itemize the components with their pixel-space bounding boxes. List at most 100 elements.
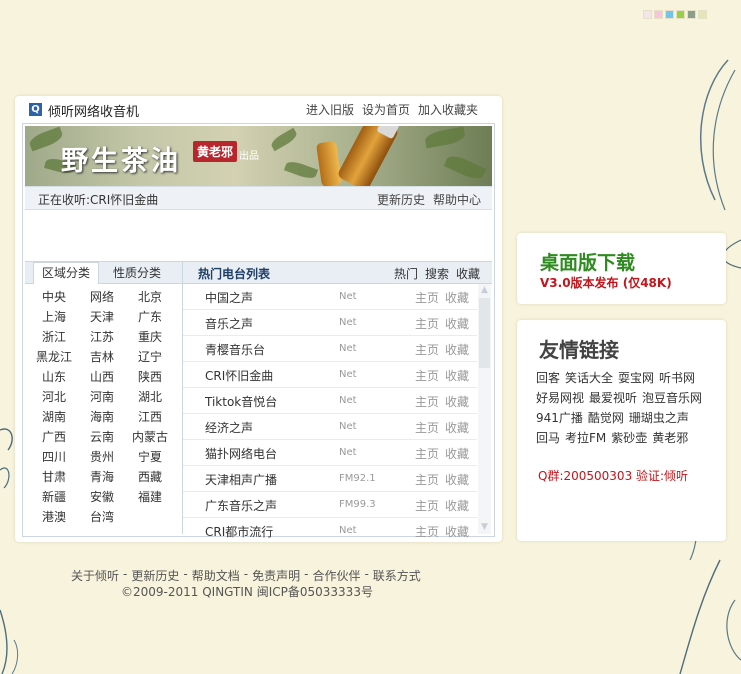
station-row[interactable]: CRI都市流行 Net 主页 收藏 <box>183 518 477 544</box>
region-item[interactable]: 港澳 <box>30 507 78 527</box>
footer-link[interactable]: 免责声明 <box>252 567 300 584</box>
station-name[interactable]: 猫扑网络电台 <box>205 445 277 462</box>
region-item[interactable]: 辽宁 <box>126 347 174 367</box>
footer-link[interactable]: 帮助文档 <box>192 567 240 584</box>
station-homepage-link[interactable]: 主页 <box>415 315 439 332</box>
skin-swatch[interactable] <box>654 10 663 19</box>
region-item[interactable]: 内蒙古 <box>126 427 174 447</box>
station-homepage-link[interactable]: 主页 <box>415 393 439 410</box>
station-homepage-link[interactable]: 主页 <box>415 445 439 462</box>
tab-hot[interactable]: 热门 <box>394 265 418 282</box>
friend-link[interactable]: 酷觉网 <box>588 408 624 428</box>
ad-banner[interactable]: 野生茶油 黄老邪 出品 <box>25 126 492 186</box>
friend-link[interactable]: 好易网视 <box>536 388 584 408</box>
skin-swatch[interactable] <box>698 10 707 19</box>
region-item[interactable]: 上海 <box>30 307 78 327</box>
station-row[interactable]: 中国之声 Net 主页 收藏 <box>183 284 477 310</box>
station-favorite-link[interactable]: 收藏 <box>445 341 469 358</box>
region-item[interactable]: 北京 <box>126 287 174 307</box>
region-item[interactable]: 湖南 <box>30 407 78 427</box>
scroll-down-icon[interactable]: ▼ <box>478 521 491 534</box>
region-item[interactable]: 福建 <box>126 487 174 507</box>
download-subtitle[interactable]: V3.0版本发布 (仅48K) <box>540 274 672 291</box>
old-version-link[interactable]: 进入旧版 <box>306 101 354 118</box>
skin-swatch[interactable] <box>665 10 674 19</box>
station-name[interactable]: 广东音乐之声 <box>205 497 277 514</box>
friend-link[interactable]: 紫砂壶 <box>611 428 647 448</box>
friend-link[interactable]: 回马 <box>536 428 560 448</box>
region-item[interactable]: 中央 <box>30 287 78 307</box>
region-item[interactable]: 甘肃 <box>30 467 78 487</box>
station-row[interactable]: 音乐之声 Net 主页 收藏 <box>183 310 477 336</box>
scroll-thumb[interactable] <box>479 298 490 368</box>
region-item[interactable]: 安徽 <box>78 487 126 507</box>
station-favorite-link[interactable]: 收藏 <box>445 289 469 306</box>
tab-search[interactable]: 搜索 <box>425 265 449 282</box>
station-favorite-link[interactable]: 收藏 <box>445 497 469 514</box>
footer-link[interactable]: 联系方式 <box>373 567 421 584</box>
station-homepage-link[interactable]: 主页 <box>415 341 439 358</box>
footer-link[interactable]: 更新历史 <box>131 567 179 584</box>
station-homepage-link[interactable]: 主页 <box>415 367 439 384</box>
station-name[interactable]: 音乐之声 <box>205 315 253 332</box>
friend-link[interactable]: 耍宝网 <box>618 368 654 388</box>
region-item[interactable]: 新疆 <box>30 487 78 507</box>
region-item[interactable]: 河南 <box>78 387 126 407</box>
station-name[interactable]: 青樱音乐台 <box>205 341 265 358</box>
region-item[interactable]: 贵州 <box>78 447 126 467</box>
region-item[interactable]: 广东 <box>126 307 174 327</box>
region-item[interactable]: 陕西 <box>126 367 174 387</box>
region-item[interactable]: 天津 <box>78 307 126 327</box>
region-item[interactable]: 海南 <box>78 407 126 427</box>
region-item[interactable]: 台湾 <box>78 507 126 527</box>
station-scrollbar[interactable]: ▲ ▼ <box>478 284 491 534</box>
friend-link[interactable]: 听书网 <box>659 368 695 388</box>
station-row[interactable]: 广东音乐之声 FM99.3 主页 收藏 <box>183 492 477 518</box>
friend-link[interactable]: 考拉FM <box>565 428 606 448</box>
region-item[interactable]: 山西 <box>78 367 126 387</box>
station-favorite-link[interactable]: 收藏 <box>445 315 469 332</box>
download-panel[interactable]: 桌面版下载 V3.0版本发布 (仅48K) <box>517 233 726 304</box>
region-item[interactable]: 江西 <box>126 407 174 427</box>
station-favorite-link[interactable]: 收藏 <box>445 393 469 410</box>
add-favorite-link[interactable]: 加入收藏夹 <box>418 101 478 118</box>
help-center-link[interactable]: 帮助中心 <box>433 191 481 208</box>
changelog-link[interactable]: 更新历史 <box>377 191 425 208</box>
station-homepage-link[interactable]: 主页 <box>415 289 439 306</box>
footer-link[interactable]: 关于倾听 <box>71 567 119 584</box>
region-item[interactable]: 广西 <box>30 427 78 447</box>
region-item[interactable]: 云南 <box>78 427 126 447</box>
tab-favorites[interactable]: 收藏 <box>456 265 480 282</box>
station-homepage-link[interactable]: 主页 <box>415 471 439 488</box>
region-item[interactable]: 吉林 <box>78 347 126 367</box>
download-title[interactable]: 桌面版下载 <box>540 248 635 275</box>
station-row[interactable]: 猫扑网络电台 Net 主页 收藏 <box>183 440 477 466</box>
station-row[interactable]: CRI怀旧金曲 Net 主页 收藏 <box>183 362 477 388</box>
station-name[interactable]: 经济之声 <box>205 419 253 436</box>
tab-type[interactable]: 性质分类 <box>105 263 169 283</box>
friend-link[interactable]: 最爱视听 <box>589 388 637 408</box>
footer-link[interactable]: 合作伙伴 <box>312 567 360 584</box>
station-name[interactable]: CRI怀旧金曲 <box>205 367 273 384</box>
region-item[interactable]: 山东 <box>30 367 78 387</box>
station-name[interactable]: CRI都市流行 <box>205 523 273 540</box>
friend-link[interactable]: 941广播 <box>536 408 583 428</box>
scroll-up-icon[interactable]: ▲ <box>478 284 491 297</box>
region-item[interactable]: 河北 <box>30 387 78 407</box>
station-homepage-link[interactable]: 主页 <box>415 523 439 540</box>
skin-swatch[interactable] <box>643 10 652 19</box>
region-item[interactable]: 重庆 <box>126 327 174 347</box>
region-item[interactable]: 浙江 <box>30 327 78 347</box>
friend-link[interactable]: 泡豆音乐网 <box>642 388 702 408</box>
station-favorite-link[interactable]: 收藏 <box>445 471 469 488</box>
station-row[interactable]: 天津相声广播 FM92.1 主页 收藏 <box>183 466 477 492</box>
station-row[interactable]: Tiktok音悦台 Net 主页 收藏 <box>183 388 477 414</box>
region-item[interactable]: 西藏 <box>126 467 174 487</box>
station-favorite-link[interactable]: 收藏 <box>445 367 469 384</box>
tab-region[interactable]: 区域分类 <box>33 262 99 284</box>
region-item[interactable]: 黑龙江 <box>30 347 78 367</box>
station-homepage-link[interactable]: 主页 <box>415 419 439 436</box>
friend-link[interactable]: 笑话大全 <box>565 368 613 388</box>
station-name[interactable]: Tiktok音悦台 <box>205 393 277 410</box>
station-row[interactable]: 青樱音乐台 Net 主页 收藏 <box>183 336 477 362</box>
